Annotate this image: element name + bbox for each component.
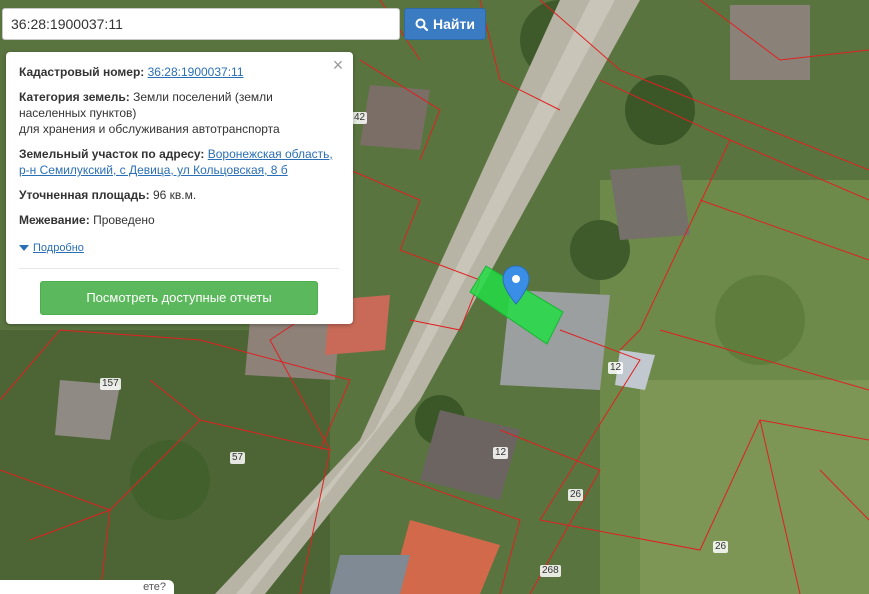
area-row: Уточненная площадь: 96 кв.м. bbox=[19, 187, 339, 203]
search-button[interactable]: Найти bbox=[404, 8, 486, 40]
parcel-number-label: 12 bbox=[493, 447, 509, 459]
address-label: Земельный участок по адресу: bbox=[19, 147, 205, 161]
area-value: 96 кв.м. bbox=[152, 188, 197, 202]
caret-down-icon bbox=[19, 245, 29, 251]
search-icon bbox=[415, 18, 429, 31]
land-use-value: для хранения и обслуживания автотранспор… bbox=[19, 122, 280, 136]
cadastral-number-label: Кадастровый номер: bbox=[19, 65, 145, 79]
cadastral-number-link[interactable]: 36:28:1900037:11 bbox=[148, 65, 244, 79]
details-link[interactable]: Подробно bbox=[33, 240, 84, 256]
parcel-number-label: 26 bbox=[568, 489, 584, 501]
survey-row: Межевание: Проведено bbox=[19, 212, 339, 228]
view-reports-button[interactable]: Посмотреть доступные отчеты bbox=[40, 281, 318, 315]
parcel-number-label: 157 bbox=[100, 378, 121, 390]
land-category-label: Категория земель: bbox=[19, 90, 130, 104]
parcel-number-label: 12 bbox=[608, 362, 624, 374]
area-label: Уточненная площадь: bbox=[19, 188, 150, 202]
land-category-row: Категория земель: Земли поселений (земли… bbox=[19, 89, 339, 137]
parcel-number-label: 268 bbox=[540, 565, 561, 577]
search-button-label: Найти bbox=[433, 16, 475, 32]
bottom-banner-text: ете? bbox=[143, 581, 166, 593]
parcel-info-popup: × Кадастровый номер: 36:28:1900037:11 Ка… bbox=[6, 52, 353, 324]
search-box bbox=[2, 8, 400, 40]
survey-label: Межевание: bbox=[19, 213, 90, 227]
cadastral-number-row: Кадастровый номер: 36:28:1900037:11 bbox=[19, 64, 339, 80]
parcel-number-label: 42 bbox=[352, 112, 368, 124]
address-row: Земельный участок по адресу: Воронежская… bbox=[19, 146, 339, 178]
map-canvas[interactable]: 42 157 57 12 12 26 26 268 Найти × Кадаст… bbox=[0, 0, 869, 594]
details-toggle[interactable]: Подробно bbox=[19, 240, 339, 256]
parcel-number-label: 26 bbox=[713, 541, 729, 553]
parcel-number-label: 57 bbox=[230, 452, 246, 464]
divider bbox=[19, 268, 339, 269]
survey-value: Проведено bbox=[93, 213, 155, 227]
bottom-banner[interactable]: ете? bbox=[0, 580, 174, 594]
search-input[interactable] bbox=[3, 9, 399, 39]
close-icon[interactable]: × bbox=[331, 56, 345, 74]
